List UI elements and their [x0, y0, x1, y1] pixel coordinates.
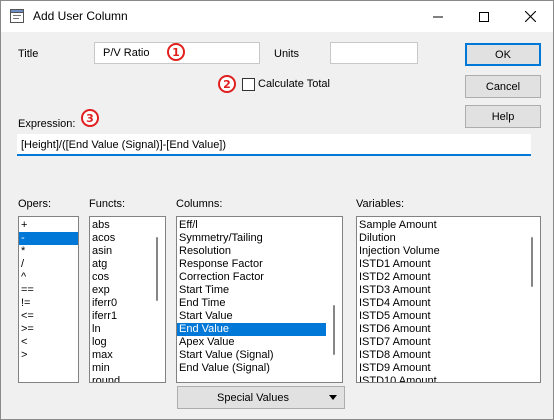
variables-item[interactable]: ISTD6 Amount [357, 323, 540, 336]
opers-item[interactable]: ^ [19, 271, 78, 284]
ok-button[interactable]: OK [465, 43, 541, 66]
columns-item[interactable]: Start Value [177, 310, 342, 323]
close-button[interactable] [507, 1, 553, 32]
variables-item[interactable]: ISTD8 Amount [357, 349, 540, 362]
minimize-button[interactable] [415, 1, 461, 32]
minimize-icon [433, 16, 443, 17]
app-window-icon [10, 9, 24, 23]
columns-item[interactable]: Symmetry/Tailing [177, 232, 342, 245]
opers-item[interactable]: != [19, 297, 78, 310]
callout-badge-2: 2 [218, 75, 236, 93]
variables-list[interactable]: Sample Amount Dilution Injection Volume … [356, 216, 541, 383]
add-user-column-dialog: Add User Column Title P/V Ratio 1 Units … [0, 0, 554, 420]
columns-scrollbar[interactable] [326, 217, 342, 382]
variables-item[interactable]: ISTD7 Amount [357, 336, 540, 349]
variables-item[interactable]: ISTD1 Amount [357, 258, 540, 271]
special-values-label: Special Values [217, 391, 289, 404]
cancel-button-label: Cancel [485, 80, 521, 93]
variables-item[interactable]: Injection Volume [357, 245, 540, 258]
opers-item[interactable]: == [19, 284, 78, 297]
columns-item[interactable]: Resolution [177, 245, 342, 258]
expression-input-underline [17, 154, 531, 156]
columns-item[interactable]: Start Value (Signal) [177, 349, 342, 362]
cancel-button[interactable]: Cancel [465, 75, 541, 98]
columns-label: Columns: [176, 198, 223, 210]
expression-label: Expression: [18, 118, 76, 130]
functs-label: Functs: [89, 198, 126, 210]
variables-item[interactable]: ISTD2 Amount [357, 271, 540, 284]
maximize-button[interactable] [461, 1, 507, 32]
title-label: Title [18, 48, 39, 60]
columns-item[interactable]: Apex Value [177, 336, 342, 349]
expression-input-value: [Height]/([End Value (Signal)]-[End Valu… [21, 138, 227, 151]
units-input[interactable] [330, 42, 418, 64]
columns-item[interactable]: End Time [177, 297, 342, 310]
functs-scroll-thumb[interactable] [156, 237, 158, 301]
variables-item[interactable]: ISTD3 Amount [357, 284, 540, 297]
opers-label: Opers: [18, 198, 52, 210]
dropdown-arrow-icon [329, 395, 337, 400]
columns-item[interactable]: Correction Factor [177, 271, 342, 284]
columns-item[interactable]: End Value (Signal) [177, 362, 342, 375]
title-bar[interactable]: Add User Column [1, 1, 553, 32]
variables-item[interactable]: ISTD4 Amount [357, 297, 540, 310]
callout-badge-3: 3 [81, 109, 99, 127]
columns-item[interactable]: Response Factor [177, 258, 342, 271]
opers-item[interactable]: > [19, 349, 78, 362]
opers-items: + - * / ^ == != <= >= < > [19, 217, 78, 362]
maximize-icon [479, 11, 489, 22]
variables-label: Variables: [356, 198, 405, 210]
columns-list[interactable]: Eff/l Symmetry/Tailing Resolution Respon… [176, 216, 343, 383]
variables-items: Sample Amount Dilution Injection Volume … [357, 217, 540, 382]
variables-item[interactable]: ISTD9 Amount [357, 362, 540, 375]
expression-input[interactable]: [Height]/([End Value (Signal)]-[End Valu… [17, 134, 531, 155]
opers-item[interactable]: <= [19, 310, 78, 323]
window-title: Add User Column [33, 9, 128, 23]
opers-item[interactable]: < [19, 336, 78, 349]
variables-item[interactable]: Sample Amount [357, 219, 540, 232]
calculate-total-label[interactable]: Calculate Total [258, 78, 330, 90]
columns-items: Eff/l Symmetry/Tailing Resolution Respon… [177, 217, 342, 375]
opers-item-selected[interactable]: - [19, 232, 78, 245]
opers-item[interactable]: >= [19, 323, 78, 336]
calculate-total-checkbox[interactable] [242, 78, 255, 91]
variables-scrollbar[interactable] [524, 217, 540, 382]
help-button[interactable]: Help [465, 105, 541, 128]
units-label: Units [274, 48, 300, 60]
special-values-button[interactable]: Special Values [177, 386, 345, 409]
help-button-label: Help [491, 110, 515, 123]
functs-scrollbar[interactable] [149, 217, 165, 382]
ok-button-label: OK [495, 48, 511, 61]
columns-item[interactable]: Start Time [177, 284, 342, 297]
columns-item-selected[interactable]: End Value [177, 323, 326, 336]
columns-item[interactable]: Eff/l [177, 219, 342, 232]
opers-item[interactable]: + [19, 219, 78, 232]
callout-badge-1: 1 [167, 43, 185, 61]
close-icon [524, 11, 536, 22]
functs-list[interactable]: abs acos asin atg cos exp iferr0 iferr1 … [89, 216, 166, 383]
opers-list[interactable]: + - * / ^ == != <= >= < > [18, 216, 79, 383]
variables-item[interactable]: Dilution [357, 232, 540, 245]
variables-item[interactable]: ISTD5 Amount [357, 310, 540, 323]
title-input-value: P/V Ratio [103, 47, 150, 59]
opers-item[interactable]: / [19, 258, 78, 271]
columns-scroll-thumb[interactable] [333, 305, 335, 355]
variables-scroll-thumb[interactable] [531, 237, 533, 287]
opers-item[interactable]: * [19, 245, 78, 258]
variables-item[interactable]: ISTD10 Amount [357, 375, 540, 382]
